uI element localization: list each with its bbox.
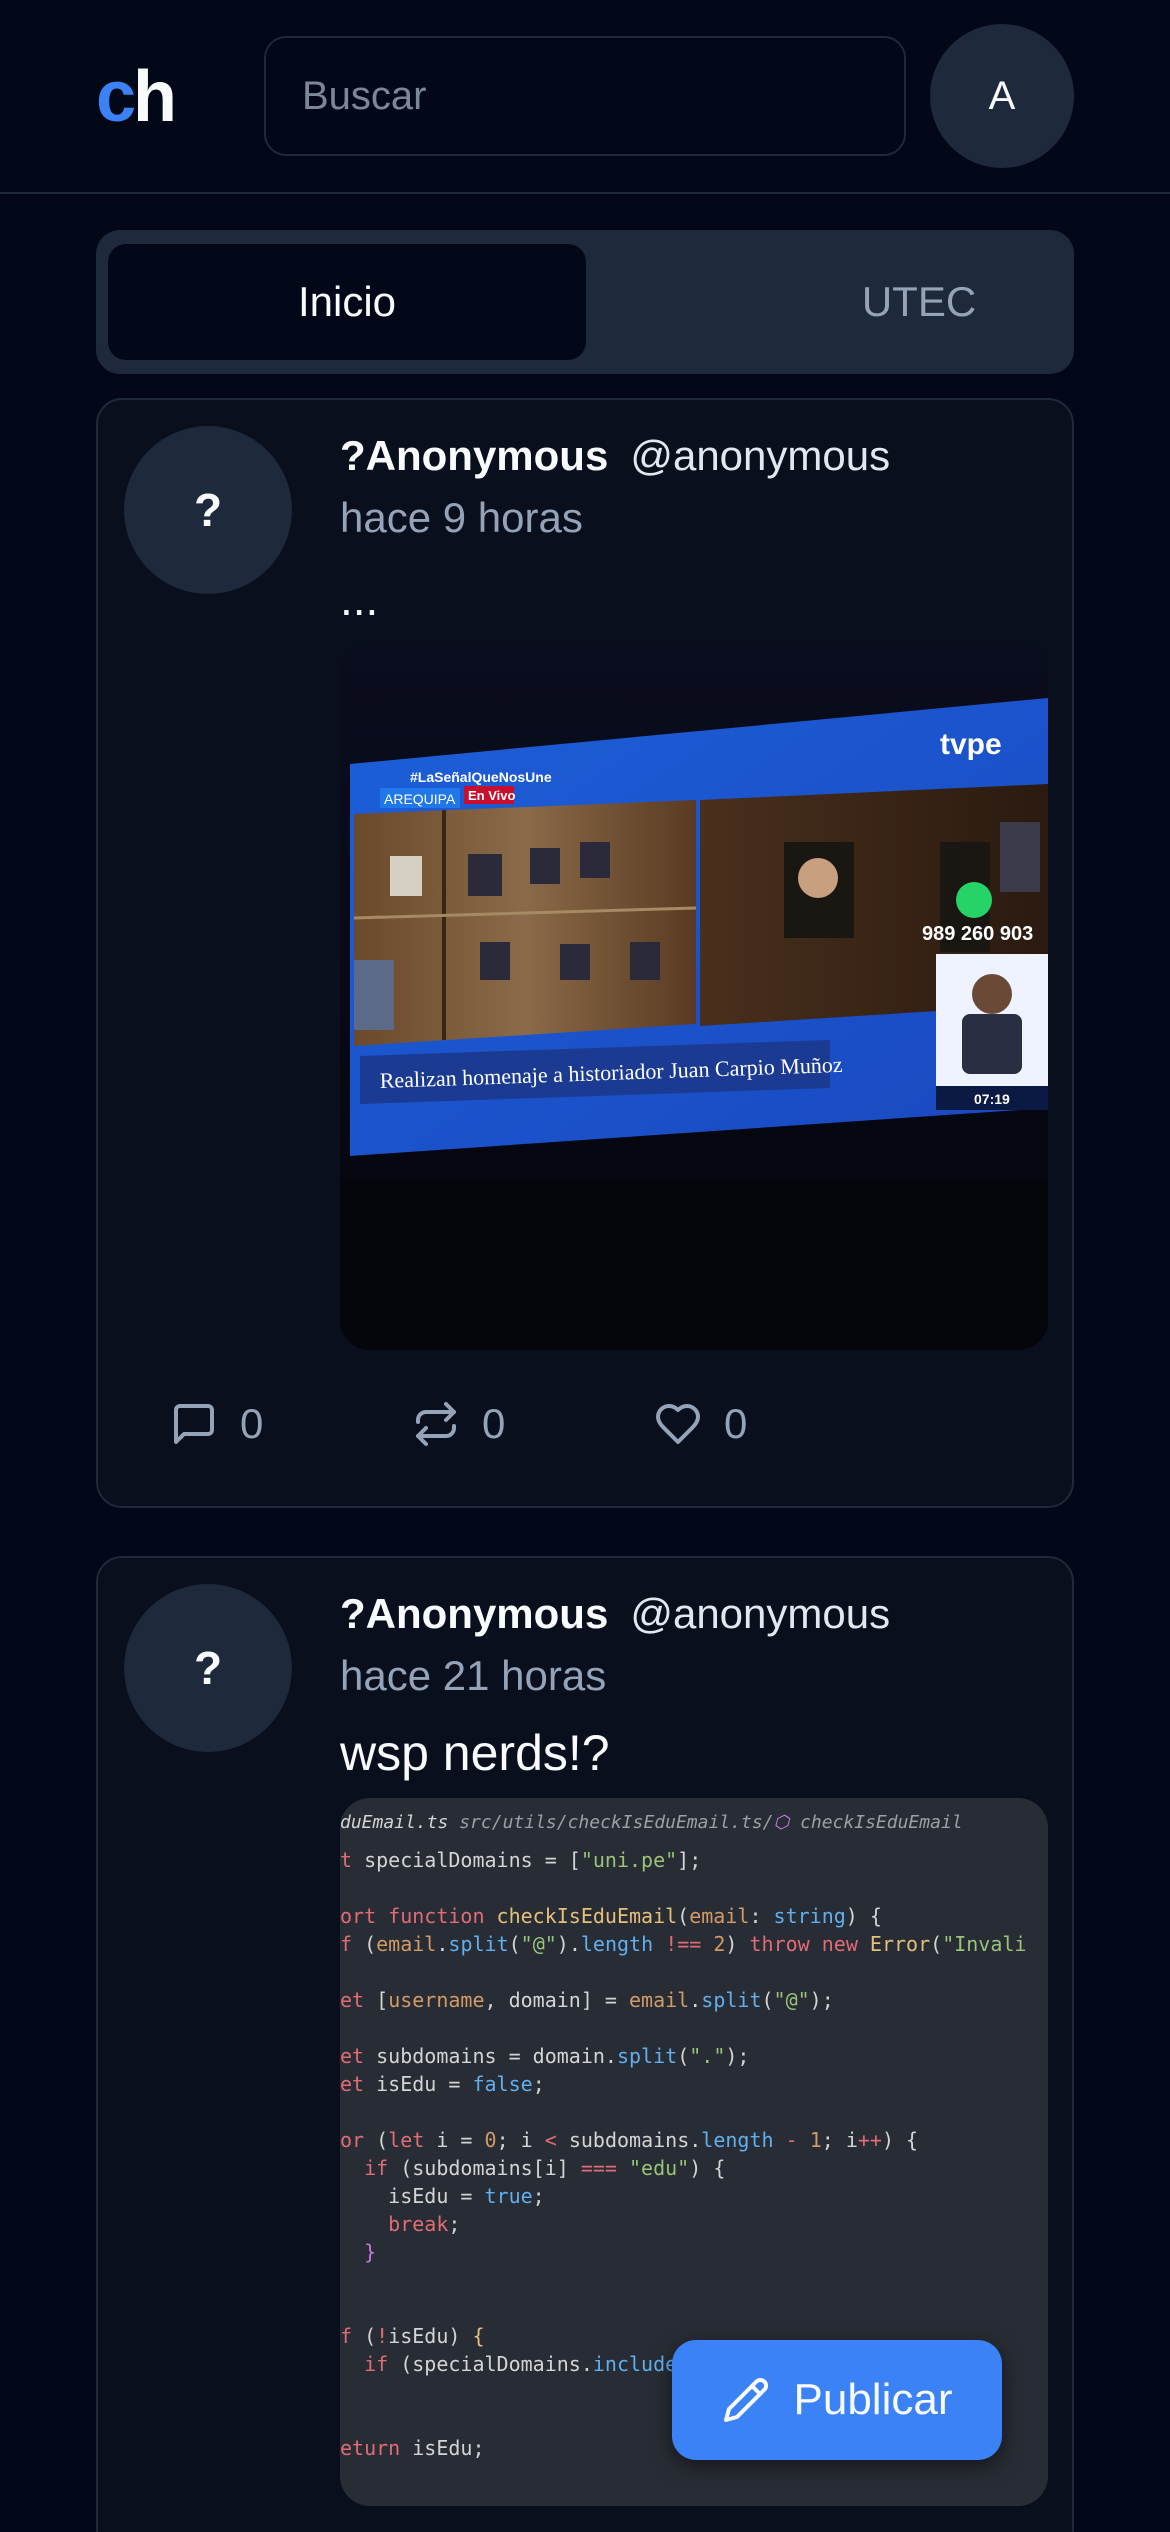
code-line: if (specialDomains.include	[364, 2352, 678, 2376]
post-text: ...	[340, 573, 379, 625]
code-line: et isEdu = false;	[340, 2072, 545, 2096]
author-name[interactable]: ?Anonymous	[340, 1590, 608, 1637]
code-line: f (!isEdu) {	[340, 2324, 485, 2348]
code-breadcrumb: duEmail.ts src/utils/checkIsEduEmail.ts/…	[340, 1812, 963, 1833]
tv-clock: 07:19	[974, 1091, 1010, 1107]
code-line: t specialDomains = ["uni.pe"];	[340, 1848, 702, 1872]
heart-icon	[656, 1404, 700, 1444]
code-line: if (subdomains[i] === "edu") {	[364, 2156, 726, 2180]
repost-button[interactable]: 0	[412, 1400, 505, 1448]
author-name[interactable]: ?Anonymous	[340, 432, 608, 479]
search-input[interactable]	[264, 36, 906, 156]
post-avatar[interactable]: ?	[124, 1584, 292, 1752]
like-button[interactable]: 0	[654, 1400, 747, 1448]
code-line: break;	[388, 2212, 461, 2236]
post-avatar[interactable]: ?	[124, 426, 292, 594]
code-line: }	[364, 2240, 377, 2264]
comment-count: 0	[240, 1400, 264, 1447]
app-logo[interactable]: ch	[96, 52, 177, 142]
publish-label: Publicar	[793, 2375, 953, 2424]
pencil-icon	[723, 2378, 768, 2422]
author-handle[interactable]: @anonymous	[630, 1590, 890, 1637]
code-line: f (email.split("@").length !== 2) throw …	[340, 1932, 1027, 1956]
code-line: isEdu = true;	[340, 2184, 545, 2208]
tv-phone: 989 260 903	[922, 923, 1033, 945]
channel-logo: tvpe	[940, 728, 1002, 761]
post-text: wsp nerds!?	[340, 1725, 610, 1781]
post-image[interactable]: tvpe #LaSeñalQueNosUne AREQUIPA En Vivo …	[340, 642, 1048, 1350]
tab-inicio[interactable]: Inicio	[108, 244, 586, 360]
user-avatar[interactable]: A	[930, 24, 1074, 168]
post-author: ?Anonymous @anonymous	[340, 430, 890, 482]
post-author: ?Anonymous @anonymous	[340, 1588, 890, 1640]
code-line: et [username, domain] = email.split("@")…	[340, 1988, 834, 2012]
like-count: 0	[724, 1400, 748, 1447]
code-line: et subdomains = domain.split(".");	[340, 2044, 750, 2068]
comment-icon	[174, 1404, 214, 1444]
post-timestamp: hace 21 horas	[340, 1652, 607, 1699]
top-bar: ch A	[0, 0, 1170, 194]
tv-location: AREQUIPA	[384, 791, 456, 807]
feed-tabs: Inicio UTEC	[96, 230, 1074, 374]
tab-utec[interactable]: UTEC	[680, 244, 1158, 360]
code-line: eturn isEdu;	[340, 2436, 485, 2460]
repost-icon	[416, 1402, 456, 1446]
code-line: ort function checkIsEduEmail(email: stri…	[340, 1904, 882, 1928]
post-card[interactable]: ? ?Anonymous @anonymous hace 9 horas ...	[96, 398, 1074, 1508]
code-line: or (let i = 0; i < subdomains.length - 1…	[340, 2128, 919, 2152]
tv-photo: tvpe #LaSeñalQueNosUne AREQUIPA En Vivo …	[340, 642, 1048, 1350]
post-timestamp: hace 9 horas	[340, 494, 583, 541]
tv-live-badge: En Vivo	[468, 788, 516, 803]
comment-button[interactable]: 0	[170, 1400, 263, 1448]
publish-button[interactable]: Publicar	[672, 2340, 1002, 2460]
repost-count: 0	[482, 1400, 506, 1447]
author-handle[interactable]: @anonymous	[630, 432, 890, 479]
tv-hashtag: #LaSeñalQueNosUne	[410, 769, 552, 785]
